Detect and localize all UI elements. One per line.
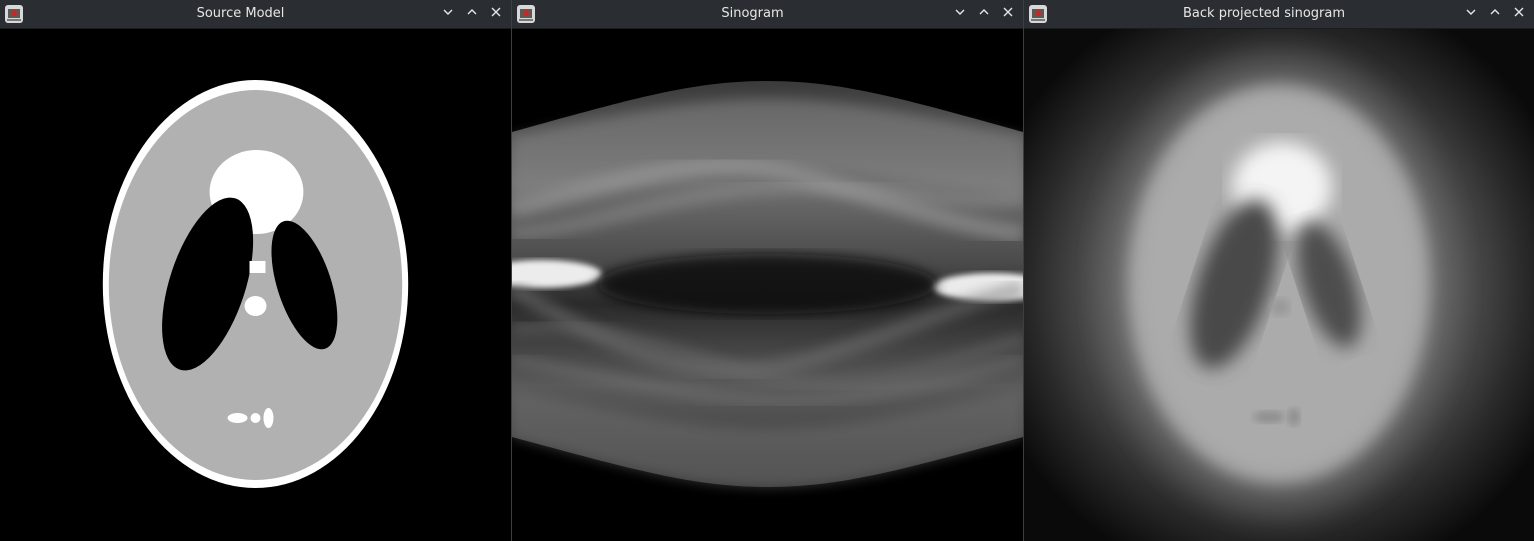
window-title: Source Model <box>196 6 285 21</box>
maximize-button[interactable] <box>975 5 993 23</box>
back-projection-canvas[interactable] <box>1024 29 1534 541</box>
close-icon <box>1002 6 1014 22</box>
sinogram-window: Sinogram <box>512 0 1024 541</box>
close-button[interactable] <box>487 5 505 23</box>
close-button[interactable] <box>999 5 1017 23</box>
bottom-spot-3 <box>263 408 274 428</box>
app-icon[interactable] <box>4 4 24 24</box>
close-icon <box>1513 6 1525 22</box>
chevron-up-icon <box>466 6 478 22</box>
chevron-down-icon <box>1465 6 1477 22</box>
source-model-canvas[interactable] <box>0 29 511 541</box>
chevron-down-icon <box>442 6 454 22</box>
close-icon <box>490 6 502 22</box>
app-icon[interactable] <box>516 4 536 24</box>
titlebar[interactable]: Back projected sinogram <box>1024 0 1534 29</box>
window-title: Back projected sinogram <box>1183 6 1345 21</box>
minimize-button[interactable] <box>951 5 969 23</box>
minimize-button[interactable] <box>1462 5 1480 23</box>
window-title: Sinogram <box>721 6 784 21</box>
close-button[interactable] <box>1510 5 1528 23</box>
small-circle <box>244 296 267 316</box>
chevron-up-icon <box>1489 6 1501 22</box>
chevron-up-icon <box>978 6 990 22</box>
bottom-spot-2 <box>250 413 261 423</box>
titlebar[interactable]: Sinogram <box>512 0 1023 29</box>
back-projected-window: Back projected sinogram <box>1024 0 1534 541</box>
minimize-button[interactable] <box>439 5 457 23</box>
titlebar[interactable]: Source Model <box>0 0 511 29</box>
maximize-button[interactable] <box>1486 5 1504 23</box>
bottom-spot-1 <box>227 413 248 423</box>
source-model-window: Source Model <box>0 0 512 541</box>
sinogram-canvas[interactable] <box>512 29 1023 541</box>
chevron-down-icon <box>954 6 966 22</box>
maximize-button[interactable] <box>463 5 481 23</box>
app-icon[interactable] <box>1028 4 1048 24</box>
